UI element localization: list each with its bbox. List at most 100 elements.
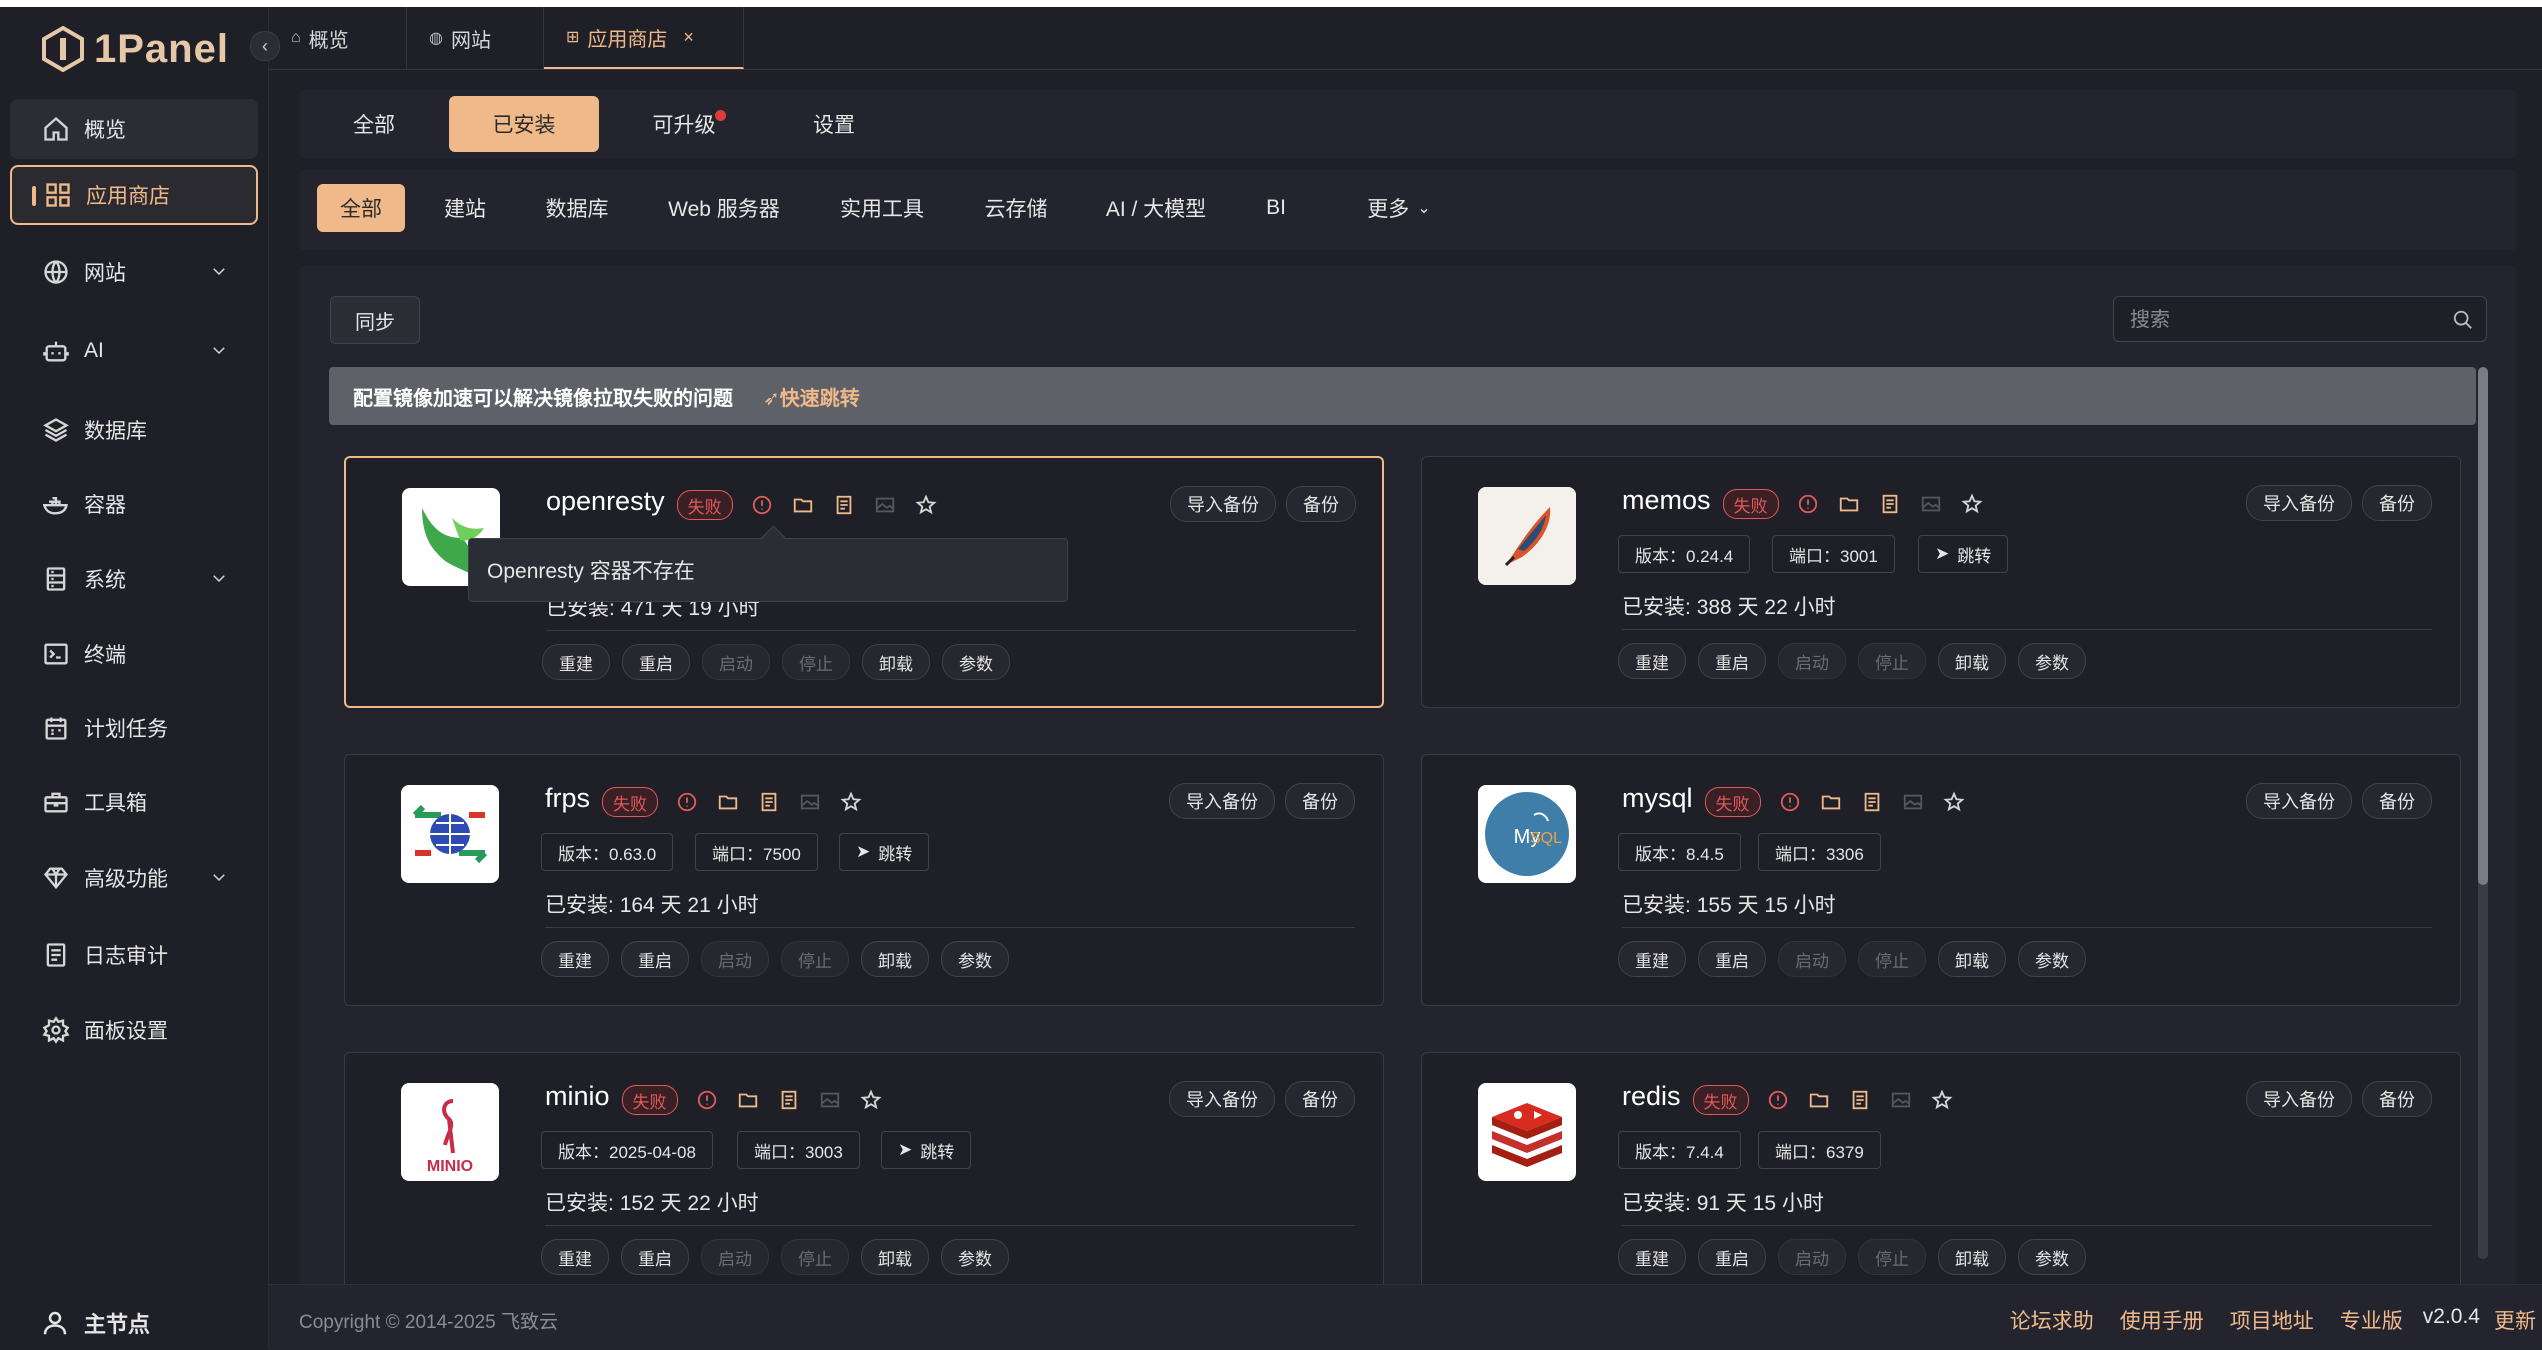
rebuild-button[interactable]: 重建 <box>1618 941 1686 977</box>
import-backup-button[interactable]: 导入备份 <box>1170 486 1276 522</box>
error-info-icon[interactable] <box>751 494 773 516</box>
current-node[interactable]: 主节点 <box>40 1307 150 1339</box>
import-backup-button[interactable]: 导入备份 <box>2246 783 2352 819</box>
folder-icon[interactable] <box>737 1089 759 1111</box>
folder-icon[interactable] <box>1808 1089 1830 1111</box>
filter-settings[interactable]: 设置 <box>769 96 899 152</box>
app-card-redis[interactable]: redis 失败 导入备份 备份 版本：7.4.4 端口：6379 已安装: 9… <box>1421 1052 2461 1292</box>
folder-icon[interactable] <box>1820 791 1842 813</box>
tab-app-store[interactable]: ⊞ 应用商店 × <box>544 7 744 69</box>
sidebar-item-toolbox[interactable]: 工具箱 <box>10 772 258 832</box>
search-icon[interactable] <box>2452 309 2474 331</box>
project-link[interactable]: 项目地址 <box>2230 1305 2314 1335</box>
rebuild-button[interactable]: 重建 <box>541 941 609 977</box>
error-info-icon[interactable] <box>1767 1089 1789 1111</box>
banner-quick-jump-link[interactable]: ➶快速跳转 <box>763 382 860 411</box>
sidebar-item-ai[interactable]: AI <box>10 321 258 381</box>
close-icon[interactable]: × <box>683 27 694 48</box>
restart-button[interactable]: 重启 <box>621 1239 689 1275</box>
restart-button[interactable]: 重启 <box>622 644 690 680</box>
uninstall-button[interactable]: 卸载 <box>1938 1239 2006 1275</box>
import-backup-button[interactable]: 导入备份 <box>1169 1081 1275 1117</box>
rebuild-button[interactable]: 重建 <box>541 1239 609 1275</box>
sidebar-item-container[interactable]: 容器 <box>10 474 258 534</box>
app-card-memos[interactable]: memos 失败 导入备份 备份 版本：0.24.4 端口：3001 ➤ 跳转 已… <box>1421 456 2461 708</box>
params-button[interactable]: 参数 <box>2018 643 2086 679</box>
sidebar-item-system[interactable]: 系统 <box>10 549 258 609</box>
rebuild-button[interactable]: 重建 <box>1618 643 1686 679</box>
app-logo[interactable]: 1Panel <box>40 21 229 77</box>
update-link[interactable]: 更新 <box>2494 1305 2536 1335</box>
category-website[interactable]: 建站 <box>425 184 505 232</box>
app-card-mysql[interactable]: My SQL mysql 失败 导入备份 备份 版本：8.4.5 端口：3306 … <box>1421 754 2461 1006</box>
log-icon[interactable] <box>833 494 855 516</box>
sidebar-item-website[interactable]: 网站 <box>10 242 258 302</box>
log-icon[interactable] <box>758 791 780 813</box>
params-button[interactable]: 参数 <box>2018 941 2086 977</box>
rebuild-button[interactable]: 重建 <box>542 644 610 680</box>
backup-button[interactable]: 备份 <box>1285 1081 1355 1117</box>
star-icon[interactable] <box>840 791 862 813</box>
search-input[interactable] <box>2114 297 2452 343</box>
log-icon[interactable] <box>778 1089 800 1111</box>
category-ai[interactable]: AI / 大模型 <box>1094 184 1218 232</box>
backup-button[interactable]: 备份 <box>2362 783 2432 819</box>
star-icon[interactable] <box>1931 1089 1953 1111</box>
rebuild-button[interactable]: 重建 <box>1618 1239 1686 1275</box>
backup-button[interactable]: 备份 <box>1285 783 1355 819</box>
sidebar-item-database[interactable]: 数据库 <box>10 400 258 460</box>
tab-website[interactable]: ◍ 网站 <box>407 7 544 69</box>
sidebar-item-panel-settings[interactable]: 面板设置 <box>10 1000 258 1060</box>
restart-button[interactable]: 重启 <box>1698 643 1766 679</box>
restart-button[interactable]: 重启 <box>1698 1239 1766 1275</box>
category-more[interactable]: 更多 ⌄ <box>1334 184 1464 232</box>
forum-link[interactable]: 论坛求助 <box>2010 1305 2094 1335</box>
category-all[interactable]: 全部 <box>317 184 405 232</box>
log-icon[interactable] <box>1861 791 1883 813</box>
sidebar-item-overview[interactable]: 概览 <box>10 99 258 159</box>
folder-icon[interactable] <box>1838 493 1860 515</box>
uninstall-button[interactable]: 卸载 <box>862 644 930 680</box>
star-icon[interactable] <box>860 1089 882 1111</box>
jump-button[interactable]: ➤ 跳转 <box>839 833 930 871</box>
jump-button[interactable]: ➤ 跳转 <box>1918 535 2009 573</box>
filter-all[interactable]: 全部 <box>319 96 429 152</box>
backup-button[interactable]: 备份 <box>1286 486 1356 522</box>
collapse-sidebar-button[interactable]: ‹ <box>250 31 280 61</box>
star-icon[interactable] <box>1942 791 1965 813</box>
params-button[interactable]: 参数 <box>941 1239 1009 1275</box>
scrollbar[interactable] <box>2478 367 2488 1259</box>
category-database[interactable]: 数据库 <box>530 184 624 232</box>
params-button[interactable]: 参数 <box>2018 1239 2086 1275</box>
backup-button[interactable]: 备份 <box>2362 485 2432 521</box>
error-info-icon[interactable] <box>1797 493 1819 515</box>
jump-button[interactable]: ➤ 跳转 <box>881 1131 972 1169</box>
sync-button[interactable]: 同步 <box>330 296 420 344</box>
category-web-server[interactable]: Web 服务器 <box>650 184 798 232</box>
sidebar-item-cron[interactable]: 计划任务 <box>10 698 258 758</box>
backup-button[interactable]: 备份 <box>2362 1081 2432 1117</box>
star-icon[interactable] <box>915 494 937 516</box>
sidebar-item-log-audit[interactable]: 日志审计 <box>10 925 258 985</box>
import-backup-button[interactable]: 导入备份 <box>2246 485 2352 521</box>
error-info-icon[interactable] <box>696 1089 718 1111</box>
folder-icon[interactable] <box>717 791 739 813</box>
category-tools[interactable]: 实用工具 <box>822 184 942 232</box>
import-backup-button[interactable]: 导入备份 <box>1169 783 1275 819</box>
params-button[interactable]: 参数 <box>941 941 1009 977</box>
sidebar-item-app-store[interactable]: 应用商店 <box>10 165 258 225</box>
filter-installed[interactable]: 已安装 <box>449 96 599 152</box>
category-bi[interactable]: BI <box>1246 184 1306 232</box>
folder-icon[interactable] <box>792 494 814 516</box>
error-info-icon[interactable] <box>1779 791 1801 813</box>
uninstall-button[interactable]: 卸载 <box>1938 941 2006 977</box>
manual-link[interactable]: 使用手册 <box>2120 1305 2204 1335</box>
sidebar-item-advanced[interactable]: 高级功能 <box>10 848 258 908</box>
restart-button[interactable]: 重启 <box>1698 941 1766 977</box>
app-card-frps[interactable]: frps 失败 导入备份 备份 版本：0.63.0 端口：7500 ➤ 跳转 已安… <box>344 754 1384 1006</box>
uninstall-button[interactable]: 卸载 <box>861 1239 929 1275</box>
category-cloud-storage[interactable]: 云存储 <box>962 184 1070 232</box>
app-card-minio[interactable]: MINIO minio 失败 导入备份 备份 版本：2025-04-08 端口：… <box>344 1052 1384 1292</box>
star-icon[interactable] <box>1960 493 1983 515</box>
import-backup-button[interactable]: 导入备份 <box>2246 1081 2352 1117</box>
